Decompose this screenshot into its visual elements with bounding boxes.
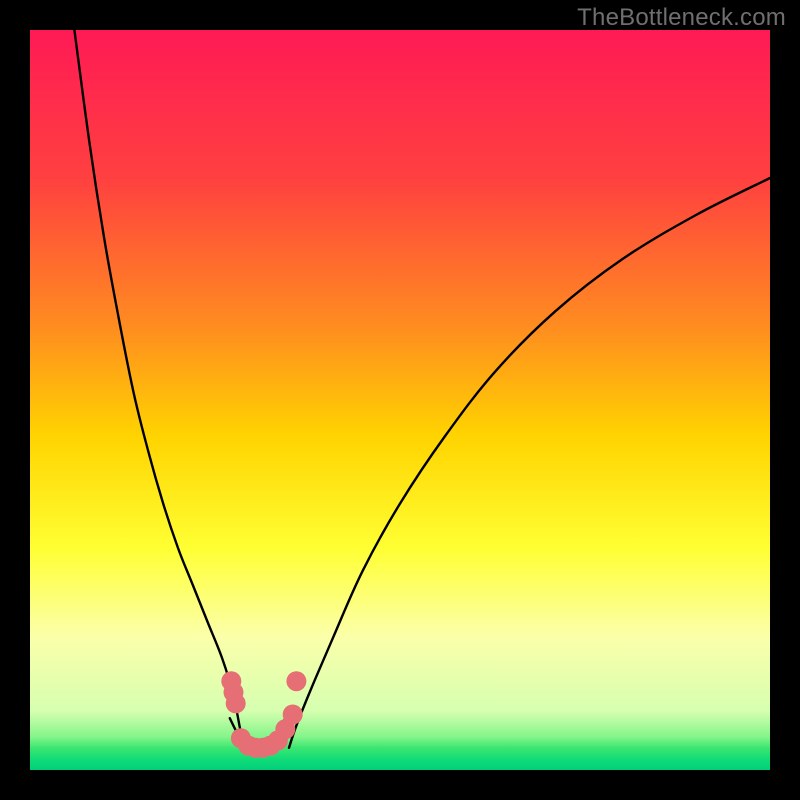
valley-marker (286, 671, 306, 691)
plot-background (30, 30, 770, 770)
chart-svg (30, 30, 770, 770)
valley-marker (283, 705, 303, 725)
watermark-text: TheBottleneck.com (577, 4, 786, 32)
chart-frame: { "watermark": "TheBottleneck.com", "cha… (0, 0, 800, 800)
valley-marker (226, 693, 246, 713)
